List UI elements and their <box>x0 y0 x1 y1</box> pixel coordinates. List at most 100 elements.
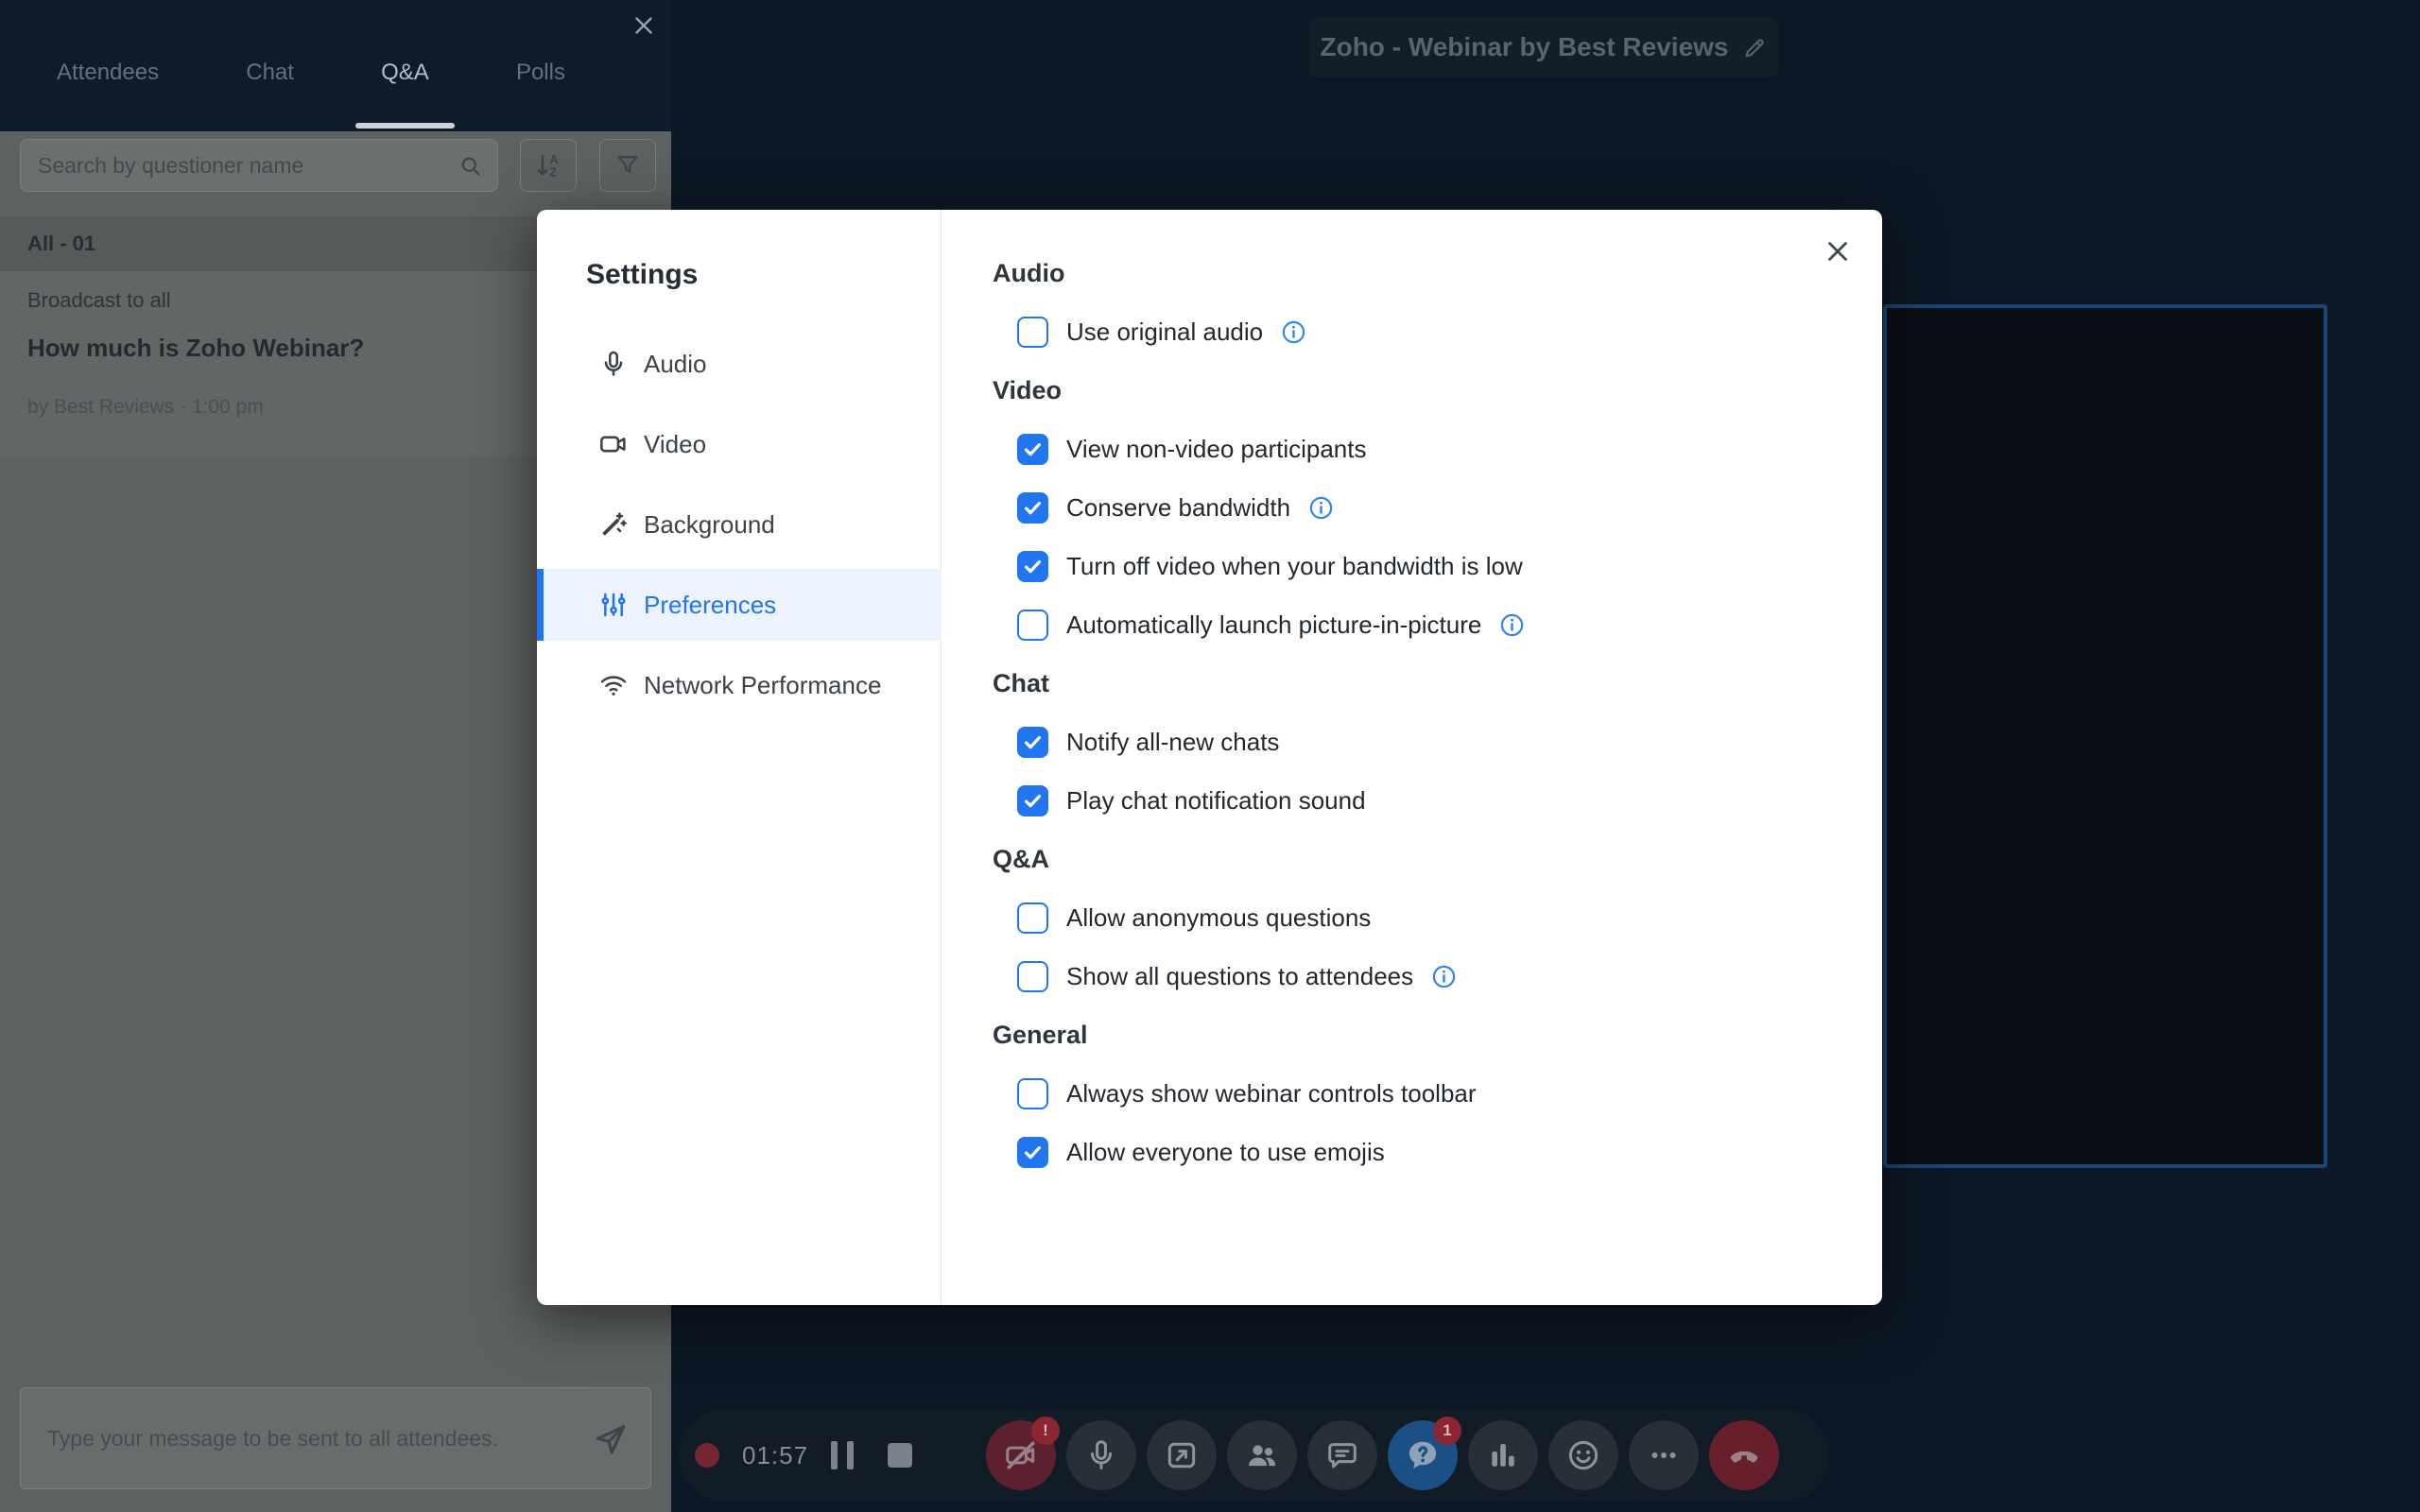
checkbox[interactable] <box>1017 433 1048 465</box>
polls-button[interactable] <box>1468 1420 1538 1490</box>
checkbox[interactable] <box>1017 1077 1048 1109</box>
participants-icon <box>1244 1437 1280 1473</box>
question-title: How much is Zoho Webinar? <box>27 334 365 362</box>
settings-nav-list: Audio Video Background Preferences Network P… <box>537 328 942 730</box>
settings-nav-label: Network Performance <box>644 670 882 699</box>
recording-timer: 01:57 <box>742 1440 809 1469</box>
share-screen-icon <box>1164 1437 1200 1473</box>
message-input[interactable] <box>21 1388 650 1488</box>
checkbox[interactable] <box>1017 1136 1048 1168</box>
section-heading: Chat <box>993 668 1049 697</box>
qna-button[interactable]: 1 <box>1388 1417 1461 1490</box>
option-label: Conserve bandwidth <box>1066 492 1291 522</box>
more-button[interactable] <box>1629 1420 1699 1490</box>
reactions-button[interactable] <box>1548 1420 1618 1490</box>
magic-wand-icon <box>597 508 630 541</box>
setting-option: Play chat notification sound <box>942 771 1882 830</box>
option-label: Turn off video when your bandwidth is lo… <box>1066 551 1523 580</box>
webinar-title-pill[interactable]: Zoho - Webinar by Best Reviews <box>1309 17 1778 77</box>
chat-button[interactable] <box>1307 1420 1377 1490</box>
chat-bubble-icon <box>1324 1437 1360 1473</box>
filter-button[interactable] <box>599 139 656 192</box>
end-call-button[interactable] <box>1709 1420 1779 1490</box>
settings-content: Audio Use original audio Video View non-vid… <box>942 210 1882 1305</box>
info-icon[interactable] <box>1498 611 1526 639</box>
option-label: Allow everyone to use emojis <box>1066 1137 1385 1166</box>
tab-qa[interactable]: Q&A <box>355 59 455 129</box>
recording-controls: 01:57 <box>679 1409 912 1502</box>
panel-close-button[interactable] <box>630 9 662 42</box>
setting-option: Allow anonymous questions <box>942 888 1882 947</box>
checkbox[interactable] <box>1017 902 1048 934</box>
settings-nav-preferences[interactable]: Preferences <box>537 569 942 641</box>
toolbar-buttons: ! 1 <box>986 1417 1779 1490</box>
smiley-icon <box>1565 1437 1601 1473</box>
question-bubble-icon <box>1405 1437 1441 1473</box>
microphone-icon <box>597 348 630 380</box>
setting-option: Show all questions to attendees <box>942 947 1882 1005</box>
setting-option: Conserve bandwidth <box>942 478 1882 537</box>
option-label: Play chat notification sound <box>1066 785 1366 815</box>
settings-title: Settings <box>586 259 699 290</box>
notification-badge: ! <box>1031 1417 1060 1445</box>
info-icon[interactable] <box>1307 494 1335 522</box>
checkbox[interactable] <box>1017 726 1048 758</box>
checkbox[interactable] <box>1017 550 1048 582</box>
settings-nav: Settings Audio Video Background Preferences… <box>537 210 942 1305</box>
message-composer <box>20 1387 651 1489</box>
checkbox[interactable] <box>1017 960 1048 992</box>
option-label: Show all questions to attendees <box>1066 961 1414 990</box>
stop-recording-button[interactable] <box>888 1443 912 1468</box>
settings-nav-label: Preferences <box>644 590 777 619</box>
camera-button[interactable]: ! <box>986 1417 1060 1490</box>
settings-modal: Settings Audio Video Background Preferences… <box>537 210 1882 1305</box>
info-icon[interactable] <box>1280 318 1307 346</box>
setting-option: Use original audio <box>942 302 1882 361</box>
tab-polls[interactable]: Polls <box>516 59 565 87</box>
tab-attendees[interactable]: Attendees <box>57 59 159 87</box>
settings-nav-background[interactable]: Background <box>537 489 942 560</box>
recording-indicator-icon <box>695 1443 719 1468</box>
microphone-button[interactable] <box>1066 1420 1136 1490</box>
settings-nav-label: Video <box>644 429 707 458</box>
webinar-title: Zoho - Webinar by Best Reviews <box>1320 32 1729 61</box>
section-heading: Q&A <box>993 844 1049 873</box>
checkbox[interactable] <box>1017 609 1048 641</box>
settings-nav-label: Audio <box>644 349 707 378</box>
checkbox[interactable] <box>1017 491 1048 524</box>
settings-nav-video[interactable]: Video <box>537 408 942 480</box>
setting-option: Automatically launch picture-in-picture <box>942 595 1882 654</box>
camera-off-icon <box>1003 1437 1039 1473</box>
section-heading: Video <box>993 375 1063 404</box>
option-label: Use original audio <box>1066 317 1264 346</box>
sort-button[interactable]: AZ <box>520 139 577 192</box>
tab-chat[interactable]: Chat <box>246 59 294 87</box>
search-box <box>20 139 498 192</box>
microphone-icon <box>1083 1437 1119 1473</box>
notification-badge: 1 <box>1433 1417 1461 1445</box>
search-input[interactable] <box>21 140 497 191</box>
svg-text:Z: Z <box>549 165 557 179</box>
bar-chart-icon <box>1485 1437 1521 1473</box>
info-icon[interactable] <box>1430 963 1458 990</box>
svg-text:A: A <box>549 153 558 166</box>
search-row: AZ <box>0 139 671 192</box>
option-label: Allow anonymous questions <box>1066 902 1372 932</box>
share-screen-button[interactable] <box>1147 1420 1217 1490</box>
settings-nav-network-performance[interactable]: Network Performance <box>537 649 942 721</box>
settings-nav-audio[interactable]: Audio <box>537 328 942 400</box>
option-label: Always show webinar controls toolbar <box>1066 1078 1477 1108</box>
pause-recording-button[interactable] <box>831 1441 854 1469</box>
checkbox[interactable] <box>1017 784 1048 816</box>
sliders-icon <box>597 589 630 621</box>
search-icon <box>458 153 484 180</box>
wifi-icon <box>597 669 630 701</box>
send-button[interactable] <box>592 1418 633 1460</box>
edit-title-button[interactable] <box>1742 35 1768 60</box>
participants-button[interactable] <box>1227 1420 1297 1490</box>
video-camera-icon <box>597 428 630 460</box>
checkbox[interactable] <box>1017 316 1048 348</box>
panel-tabs: Attendees Chat Q&A Polls <box>57 59 565 129</box>
end-call-icon <box>1726 1437 1762 1473</box>
option-label: Notify all-new chats <box>1066 727 1280 756</box>
